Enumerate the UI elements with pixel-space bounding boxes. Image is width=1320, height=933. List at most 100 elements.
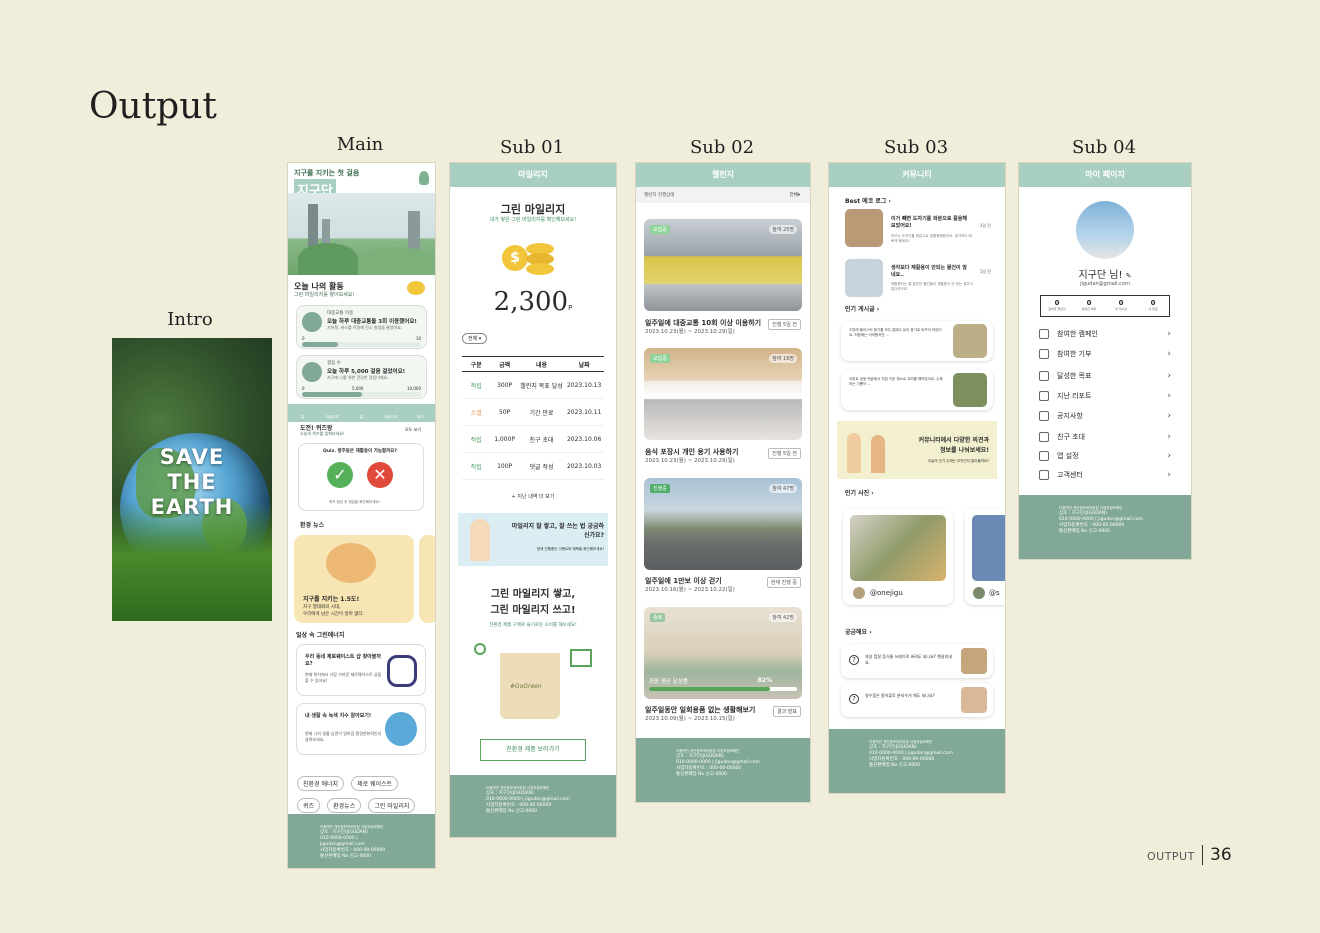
nav-item-mileage[interactable]: 마일리지 xyxy=(317,404,346,422)
coin-icon xyxy=(407,281,425,295)
best-ecolog-title[interactable]: Best 에코 로그 › xyxy=(845,196,891,205)
stat-label: 내 게시글 xyxy=(1115,307,1127,311)
challenge-status-button[interactable]: 현재 진행 중 xyxy=(766,577,801,588)
menu-item-support[interactable]: 고객센터 › xyxy=(1039,465,1171,485)
person-illustration xyxy=(470,519,490,561)
menu-item-settings[interactable]: 앱 설정 › xyxy=(1039,446,1171,466)
more-history-link[interactable]: + 지난 내역 더 보기 xyxy=(450,493,616,500)
quiz-subtitle: 오늘의 퀴즈를 맞춰보세요! xyxy=(300,431,345,436)
result-bar-fill xyxy=(649,687,771,691)
stat-value: 0 xyxy=(1086,299,1092,307)
activity-card-steps[interactable]: 걸음 수 오늘 하루 5,000 걸음 걸었어요! 지구에 나를 위한 건강한 … xyxy=(296,355,427,399)
menu-item-notice[interactable]: 공지사항 › xyxy=(1039,406,1171,426)
daily-card-greenindex[interactable]: 내 생활 속 녹색 지수 알아보기! 현재 나의 생활 습관이 얼마큼 환경친화… xyxy=(296,703,426,755)
stat-item[interactable]: 0 참여한 챌린지 xyxy=(1041,296,1073,316)
mileage-banner[interactable]: 마일리지 잘 쌓고, 잘 쓰는 법 궁금하신가요? 현재 진행중인 이벤트와 혜… xyxy=(458,513,608,566)
row-date: 2023.10.06 xyxy=(566,435,602,443)
progress-fill xyxy=(302,342,338,347)
status-badge: 진행중 xyxy=(650,484,670,493)
promo-subtitle: 친환경 제품 구매로 슬기로운 소비를 해보세요! xyxy=(489,623,577,628)
footer-line: 통신판매업 No 신고-0000 xyxy=(1059,529,1111,534)
filter-dropdown[interactable]: 전체▾ xyxy=(789,192,800,198)
challenge-photo-subway[interactable]: 모집중 참여 25명 xyxy=(644,219,802,311)
tag-chip[interactable]: 친환경 에너지 xyxy=(297,776,345,791)
popular-photos-title[interactable]: 인기 사진 › xyxy=(845,488,874,497)
stat-item[interactable]: 0 획득한 배지 xyxy=(1073,296,1105,316)
stat-item[interactable]: 0내 게시글 xyxy=(1105,296,1137,316)
news-card[interactable]: 지구를 지키는 1.5도! 지구 열대화의 시대, 우리에게 남은 시간이 얼마… xyxy=(294,535,414,623)
menu-item-invite[interactable]: 친구 초대 › xyxy=(1039,427,1171,447)
stat-item[interactable]: 0내 댓글 xyxy=(1137,296,1169,316)
faq-card[interactable]: ? 영수증은 종이류로 분리수거 해도 되나요? xyxy=(841,683,993,717)
daily-card-zerowaste[interactable]: 우리 동네 제로웨이스트 샵 찾아볼까요? 현재 위치에서 가장 가까운 제로웨… xyxy=(296,644,426,696)
post-thumbnail[interactable] xyxy=(845,209,883,247)
challenge-photo-walking[interactable]: 진행중 참여 47명 xyxy=(644,478,802,570)
popular-post-card[interactable]: 아파트 공동 텃밭에서 직접 키운 채소로 요리를 해보았어요. 수확하는 기쁨… xyxy=(841,370,993,410)
intro-line-2: THE xyxy=(167,470,217,494)
nav-item-my[interactable]: 마이 xyxy=(406,404,435,422)
edit-icon[interactable]: ✎ xyxy=(1126,272,1132,280)
quiz-x-button[interactable]: ✕ xyxy=(367,462,393,488)
promo-title: 그린 마일리지 쓰고! xyxy=(490,605,576,616)
faq-thumbnail xyxy=(961,687,987,713)
faq-title[interactable]: 궁금해요 › xyxy=(845,627,872,636)
quiz-more-link[interactable]: 모두 보기 xyxy=(405,427,421,433)
quiz-card[interactable]: Quiz. 병주둥은 재활용이 가능할까요? ✓ ✕ 퀴즈 정답 후 정답을 확… xyxy=(298,443,424,511)
nav-item-community[interactable]: 커뮤니티 xyxy=(376,404,405,422)
quiz-o-button[interactable]: ✓ xyxy=(327,462,353,488)
challenge-photo-ecobag[interactable]: 종료 참여 42명 최종 평균 달성률 82% xyxy=(644,607,802,699)
progress-mid: 5,000 xyxy=(352,386,364,391)
community-banner[interactable]: 커뮤니티에서 다양한 의견과 정보를 나눠보세요! 오늘의 인기 주제는 무엇인… xyxy=(837,421,997,479)
avatar[interactable] xyxy=(1076,201,1134,259)
tree-icon[interactable] xyxy=(419,171,429,185)
row-amount: 50P xyxy=(498,408,511,416)
row-content: 친구 초대 xyxy=(529,436,554,444)
row-date: 2023.10.13 xyxy=(566,381,602,389)
tag-chip[interactable]: 그린 마일리지 xyxy=(368,798,416,813)
filter-dropdown[interactable]: 전체 ▾ xyxy=(462,333,488,344)
chevron-down-icon: ▾ xyxy=(478,336,482,342)
filter-label: 챌린지 진행상태 xyxy=(644,193,675,198)
popular-post-card[interactable]: 주방에 플라스틱 용기를 모두 없애고 유리 용기로 바꾸어 보았어요. 처음에… xyxy=(841,321,993,361)
menu-item-goal[interactable]: 달성한 목표 › xyxy=(1039,366,1171,386)
burning-earth-image xyxy=(326,543,376,583)
popular-posts-title[interactable]: 인기 게시글 › xyxy=(845,304,879,313)
screen-header: 챌린지 xyxy=(636,163,810,187)
challenge-status-button[interactable]: 결과 발표 xyxy=(773,706,801,717)
tag-chip[interactable]: 제로 웨이스트 xyxy=(351,776,399,791)
sub02-screen: 챌린지 챌린지 진행상태 전체▾ 모집중 참여 25명 일주일에 대중교통 10… xyxy=(636,163,810,802)
eco-products-button[interactable]: 친환경 제품 보러가기 xyxy=(480,739,586,761)
main-screen: 지구를 지키는 첫 걸음 지구단 녹색생활실천 오늘 나의 활동 그린 마일리지… xyxy=(288,163,435,868)
menu-item-report[interactable]: 지난 리포트 › xyxy=(1039,386,1171,406)
menu-label: 참여한 캠페인 xyxy=(1057,330,1098,338)
best-post-title[interactable]: 생각보다 재활용이 안되는 물건이 많네요.. xyxy=(891,264,969,278)
menu-item-campaign[interactable]: 참여한 캠페인 › xyxy=(1039,324,1171,344)
stat-label: 내 댓글 xyxy=(1148,307,1158,311)
row-content: 기간 만료 xyxy=(529,409,554,417)
card-desc: 지구에 나를 위한 건강한 걸음이에요. xyxy=(327,375,389,380)
challenge-photo-container[interactable]: 모집중 참여 16명 xyxy=(644,348,802,440)
row-content: 댓글 작성 xyxy=(529,463,554,471)
best-post-title[interactable]: 이거 빼면 도자기를 화분으로 활용해보았어요! xyxy=(891,215,969,229)
photo-card-next[interactable]: @s xyxy=(965,509,1005,605)
news-card-next[interactable] xyxy=(419,535,435,623)
activity-card-transit[interactable]: 대중교통 이용 오늘 하루 대중교통을 3회 이용했어요! 지하철, 버스를 이… xyxy=(296,305,427,349)
row-type: 적립 xyxy=(470,436,482,444)
tag-chip[interactable]: 퀴즈 xyxy=(297,798,321,813)
eco-bag-image: #GoGreen xyxy=(500,653,560,719)
profile-name: 지구단 님! ✎ xyxy=(1019,266,1191,281)
faq-card[interactable]: ? 과일 껍질 음식물 쓰레기로 버려도 되나요? 헷갈리네요. xyxy=(841,644,993,678)
challenge-status-button[interactable]: 진행 5일 전 xyxy=(768,448,801,459)
menu-item-donation[interactable]: 참여한 기부 › xyxy=(1039,344,1171,364)
nav-item-home-center[interactable]: 홈 xyxy=(347,404,376,422)
challenge-status-button[interactable]: 진행 5일 전 xyxy=(768,319,801,330)
mileage-subtitle: 내가 쌓은 그린 마일리지를 확인해보세요! xyxy=(489,217,577,223)
tag-chip[interactable]: 환경뉴스 xyxy=(327,798,362,813)
nav-item-home[interactable]: 홈 xyxy=(288,404,317,422)
post-thumbnail[interactable] xyxy=(845,259,883,297)
row-type: 소멸 xyxy=(470,409,482,417)
intro-screen: SAVE THE EARTH xyxy=(112,338,272,621)
photo-card[interactable]: @onejigu xyxy=(843,509,953,605)
profile-stats: 0 참여한 챌린지 0 획득한 배지 0내 게시글 0내 댓글 xyxy=(1040,295,1170,317)
chevron-right-icon: › xyxy=(1167,451,1171,461)
